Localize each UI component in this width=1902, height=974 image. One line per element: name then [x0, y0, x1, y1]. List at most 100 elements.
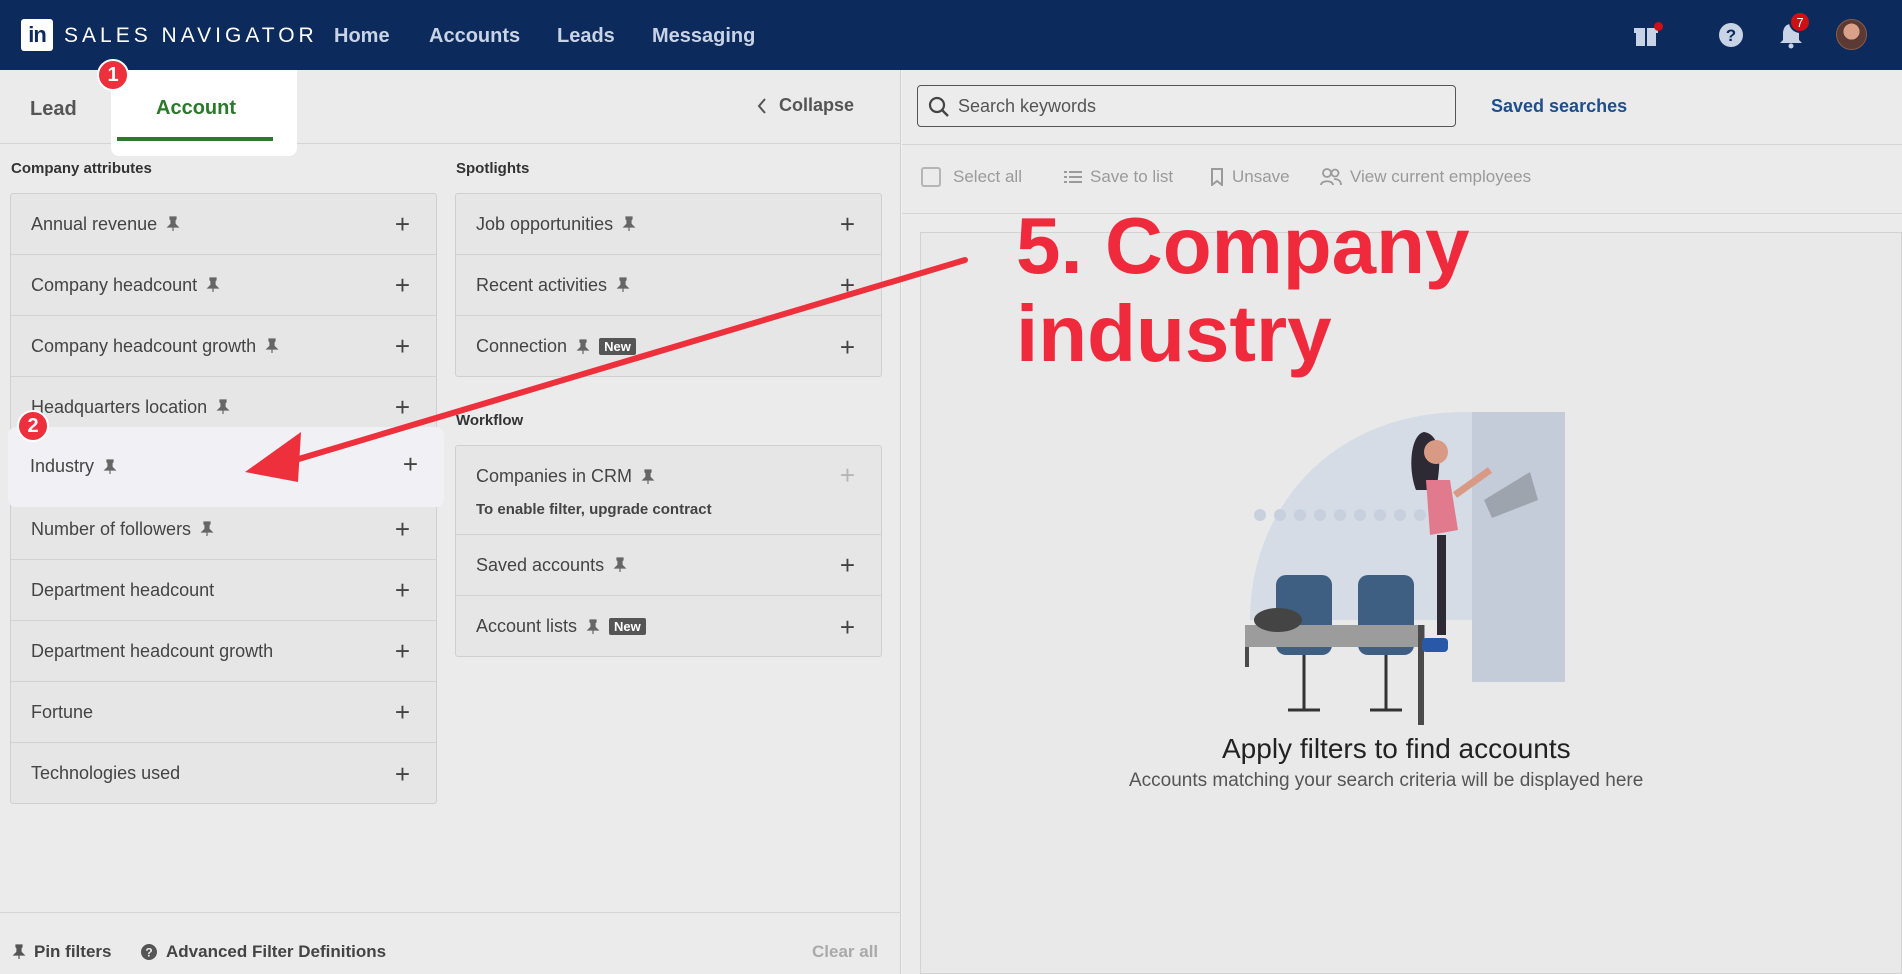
checkbox[interactable]	[921, 167, 941, 187]
step-1-badge: 1	[97, 59, 129, 91]
add-icon[interactable]: +	[395, 577, 410, 603]
pin-icon[interactable]	[103, 458, 117, 475]
pin-filters-button[interactable]: Pin filters	[12, 942, 111, 962]
collapse-label: Collapse	[779, 95, 855, 115]
help-icon[interactable]: ?	[1716, 20, 1746, 50]
save-to-list-label: Save to list	[1090, 167, 1174, 186]
filter-label: Recent activities	[476, 274, 608, 295]
filter-label: Connection	[476, 336, 568, 356]
filter-annual-revenue[interactable]: Annual revenue +	[11, 194, 436, 255]
search-input[interactable]: Search keywords	[917, 85, 1456, 127]
pin-icon[interactable]	[216, 399, 230, 415]
filter-label: Number of followers	[31, 518, 192, 539]
add-icon[interactable]: +	[840, 272, 855, 298]
filter-label: Department headcount growth	[31, 640, 274, 661]
empty-state-title: Apply filters to find accounts	[1222, 733, 1571, 764]
add-icon[interactable]: +	[840, 211, 855, 237]
sales-navigator-brand[interactable]: SALES NAVIGATOR	[64, 24, 318, 48]
add-icon[interactable]: +	[395, 211, 410, 237]
filter-companies-in-crm: Companies in CRM + To enable filter, upg…	[456, 446, 881, 535]
nav-messaging[interactable]: Messaging	[652, 25, 755, 48]
callout-line-1: 5. Company	[1016, 201, 1470, 290]
filter-label: Headquarters location	[31, 396, 208, 417]
filter-company-headcount[interactable]: Company headcount +	[11, 255, 436, 316]
add-icon[interactable]: +	[395, 638, 410, 664]
select-all-label: Select all	[953, 167, 1022, 186]
nav-leads[interactable]: Leads	[557, 25, 615, 48]
people-icon	[1320, 168, 1342, 186]
pin-icon[interactable]	[586, 618, 600, 635]
filter-label: Account lists	[476, 616, 578, 636]
new-badge: New	[609, 618, 646, 635]
filter-fortune[interactable]: Fortune +	[11, 682, 436, 743]
chevron-left-icon	[757, 97, 766, 114]
saved-searches-link[interactable]: Saved searches	[1491, 96, 1627, 117]
advanced-filter-label: Advanced Filter Definitions	[166, 942, 387, 961]
unsave-button[interactable]: Unsave	[1210, 167, 1290, 187]
filter-bottom-bar	[0, 912, 901, 974]
filter-label: Company headcount growth	[31, 335, 257, 356]
filter-label: Technologies used	[31, 763, 181, 783]
linkedin-logo[interactable]: in	[21, 19, 53, 51]
add-icon[interactable]: +	[840, 552, 855, 578]
view-current-employees-button[interactable]: View current employees	[1320, 167, 1531, 187]
unsave-label: Unsave	[1232, 167, 1290, 186]
search-icon	[928, 96, 949, 117]
filter-department-headcount[interactable]: Department headcount +	[11, 560, 436, 621]
filter-label: Fortune	[31, 701, 94, 722]
add-icon[interactable]: +	[403, 451, 418, 477]
pin-icon[interactable]	[616, 277, 630, 293]
gift-notification-dot	[1654, 22, 1663, 31]
filter-label: Saved accounts	[476, 554, 605, 575]
filter-saved-accounts[interactable]: Saved accounts +	[456, 535, 881, 596]
pin-icon[interactable]	[613, 557, 627, 573]
add-icon[interactable]: +	[395, 761, 410, 787]
filter-number-of-followers[interactable]: Number of followers +	[11, 499, 436, 560]
add-icon[interactable]: +	[395, 272, 410, 298]
view-employees-label: View current employees	[1350, 167, 1532, 186]
filter-company-headcount-growth[interactable]: Company headcount growth +	[11, 316, 436, 377]
tab-lead[interactable]: Lead	[30, 98, 77, 121]
add-icon[interactable]: +	[395, 394, 410, 420]
pin-filters-label: Pin filters	[34, 942, 112, 961]
pin-icon[interactable]	[622, 216, 636, 232]
pin-icon[interactable]	[166, 216, 180, 232]
pin-icon[interactable]	[576, 338, 590, 355]
step-2-badge: 2	[17, 410, 49, 442]
filter-industry[interactable]: Industry +	[8, 427, 444, 507]
nav-home[interactable]: Home	[334, 25, 390, 48]
empty-state-subtitle: Accounts matching your search criteria w…	[1129, 770, 1644, 791]
spotlights-group: Job opportunities + Recent activities + Co…	[455, 193, 882, 377]
add-icon[interactable]: +	[395, 699, 410, 725]
collapse-button[interactable]: Collapse	[757, 95, 854, 116]
pin-icon[interactable]	[200, 521, 214, 537]
filter-connection[interactable]: Connection New +	[456, 316, 881, 377]
pin-icon[interactable]	[265, 338, 279, 354]
pin-icon[interactable]	[641, 468, 655, 485]
help-icon: ?	[141, 944, 157, 960]
add-icon[interactable]: +	[840, 614, 855, 640]
svg-text:?: ?	[145, 946, 152, 960]
filter-label: Department headcount	[31, 579, 215, 600]
save-to-list-button[interactable]: Save to list	[1064, 167, 1173, 187]
clear-all-button[interactable]: Clear all	[812, 942, 878, 962]
filter-recent-activities[interactable]: Recent activities +	[456, 255, 881, 316]
pin-icon[interactable]	[206, 277, 220, 293]
tab-account[interactable]: Account	[156, 97, 236, 120]
advanced-filter-definitions-link[interactable]: ? Advanced Filter Definitions	[140, 942, 386, 962]
add-icon[interactable]: +	[840, 334, 855, 360]
spotlights-title: Spotlights	[456, 160, 530, 177]
select-all-checkbox[interactable]: Select all	[921, 167, 1022, 187]
active-tab-underline	[117, 137, 273, 141]
filter-job-opportunities[interactable]: Job opportunities +	[456, 194, 881, 255]
filter-account-lists[interactable]: Account lists New +	[456, 596, 881, 657]
filter-technologies-used[interactable]: Technologies used +	[11, 743, 436, 804]
add-icon[interactable]: +	[395, 333, 410, 359]
nav-accounts[interactable]: Accounts	[429, 25, 520, 48]
search-placeholder: Search keywords	[958, 95, 1097, 116]
filter-label: Annual revenue	[31, 213, 158, 234]
empty-state-illustration	[1245, 412, 1565, 725]
avatar[interactable]	[1836, 19, 1867, 50]
add-icon[interactable]: +	[395, 516, 410, 542]
filter-department-headcount-growth[interactable]: Department headcount growth +	[11, 621, 436, 682]
